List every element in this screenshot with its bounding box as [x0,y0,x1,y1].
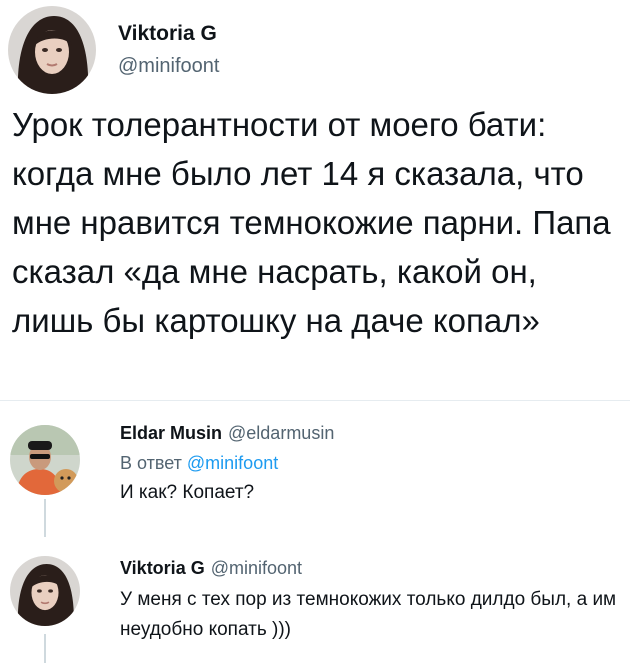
reply-header: Eldar Musin @eldarmusin [120,423,334,444]
avatar[interactable] [10,425,80,495]
reply-to-link[interactable]: @minifoont [187,453,278,473]
divider [0,400,630,401]
avatar[interactable] [8,6,96,94]
avatar[interactable] [10,556,80,626]
author-name[interactable]: Viktoria G [120,558,205,578]
author-name[interactable]: Viktoria G [118,22,217,46]
author-handle[interactable]: @minifoont [118,55,219,78]
author-handle[interactable]: @eldarmusin [228,423,334,443]
author-name[interactable]: Eldar Musin [120,423,222,443]
avatar-photo-icon [8,6,96,94]
thread-line [44,634,46,663]
reply-context: В ответ @minifoont [120,453,278,474]
reply-prefix: В ответ [120,453,182,473]
avatar-photo-icon [10,425,80,495]
thread-line [44,499,46,537]
reply-header: Viktoria G @minifoont [120,558,302,579]
reply-text: И как? Копает? [120,482,255,503]
tweet-text: Урок толерантности от моего бати: когда … [12,106,611,339]
avatar-photo-icon [10,556,80,626]
reply-text: У меня с тех пор из темнокожих только ди… [120,589,617,640]
author-handle[interactable]: @minifoont [211,558,302,578]
